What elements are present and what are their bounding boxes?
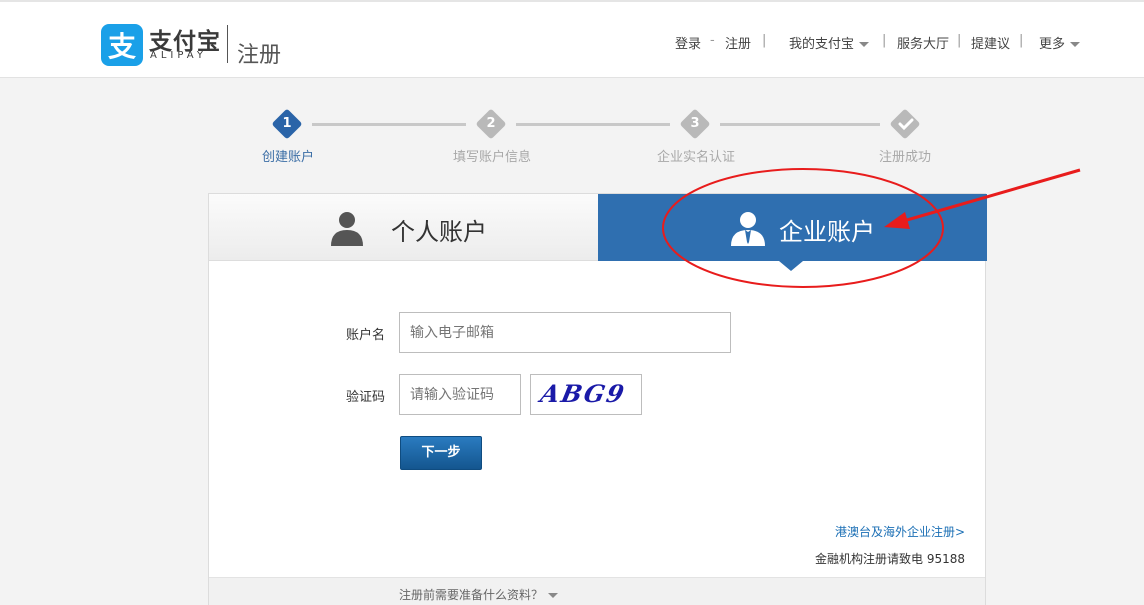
captcha-input[interactable] [399,374,521,415]
step-2-label: 填写账户信息 [452,150,531,165]
financial-institution-hotline: 金融机构注册请致电 95188 [815,552,965,566]
chevron-down-icon [1070,42,1081,47]
step-2-number: 2 [486,116,496,131]
header: 支 支付宝 ALIPAY 注册 登录 - 注册 | 我的支付宝 | 服务大厅 |… [0,0,1144,78]
service-hall-link[interactable]: 服务大厅 [897,33,949,52]
tab-personal-label: 个人账户 [391,218,487,246]
business-person-icon [731,212,765,246]
nav-separator: | [762,33,767,48]
person-icon [331,212,363,246]
more-label: 更多 [1039,37,1066,52]
active-tab-pointer [779,261,803,271]
tab-enterprise-account[interactable]: 企业账户 [598,194,987,271]
checkmark-icon [898,118,914,131]
next-step-button[interactable]: 下一步 [400,436,482,470]
step-connector [312,123,466,126]
step-1-label: 创建账户 [261,150,314,165]
overseas-register-link[interactable]: 港澳台及海外企业注册> [835,523,965,540]
tab-enterprise-label: 企业账户 [779,218,875,246]
login-link[interactable]: 登录 [675,33,701,52]
alipay-logo-icon[interactable]: 支 [101,24,143,66]
step-1-number: 1 [282,116,292,131]
captcha-label: 验证码 [346,390,386,405]
step-connector [516,123,670,126]
tab-personal-account[interactable]: 个人账户 [209,194,598,261]
account-name-label: 账户名 [346,328,386,343]
preparation-info-link[interactable]: 注册前需要准备什么资料？ [399,586,559,603]
captcha-image[interactable]: ABG9 [530,374,642,415]
more-menu[interactable]: 更多 [1039,33,1081,52]
feedback-link[interactable]: 提建议 [971,33,1010,52]
svg-text:支: 支 [108,30,136,63]
my-alipay-menu[interactable]: 我的支付宝 [789,33,870,52]
step-4-label: 注册成功 [878,150,931,165]
my-alipay-label: 我的支付宝 [789,37,855,52]
register-link[interactable]: 注册 [725,33,751,52]
step-3-label: 企业实名认证 [656,150,735,165]
step-3-number: 3 [690,116,700,131]
nav-separator: | [957,33,962,48]
nav-separator: | [1019,33,1024,48]
step-connector [720,123,880,126]
captcha-text: ABG9 [537,379,629,408]
registration-card: 个人账户 企业账户 账户名 验证码 ABG9 下一步 港澳台及海外企业注册> 金… [208,193,987,605]
page-title: 注册 [237,43,282,68]
chevron-down-icon [548,593,559,598]
chevron-down-icon [859,42,870,47]
nav-separator: | [882,33,887,48]
card-footer: 注册前需要准备什么资料？ [209,577,985,605]
preparation-info-label: 注册前需要准备什么资料？ [399,588,544,602]
logo-subtext: ALIPAY [150,50,207,61]
account-name-input[interactable] [399,312,731,353]
nav-separator: - [710,33,715,48]
logo-divider [227,25,228,63]
